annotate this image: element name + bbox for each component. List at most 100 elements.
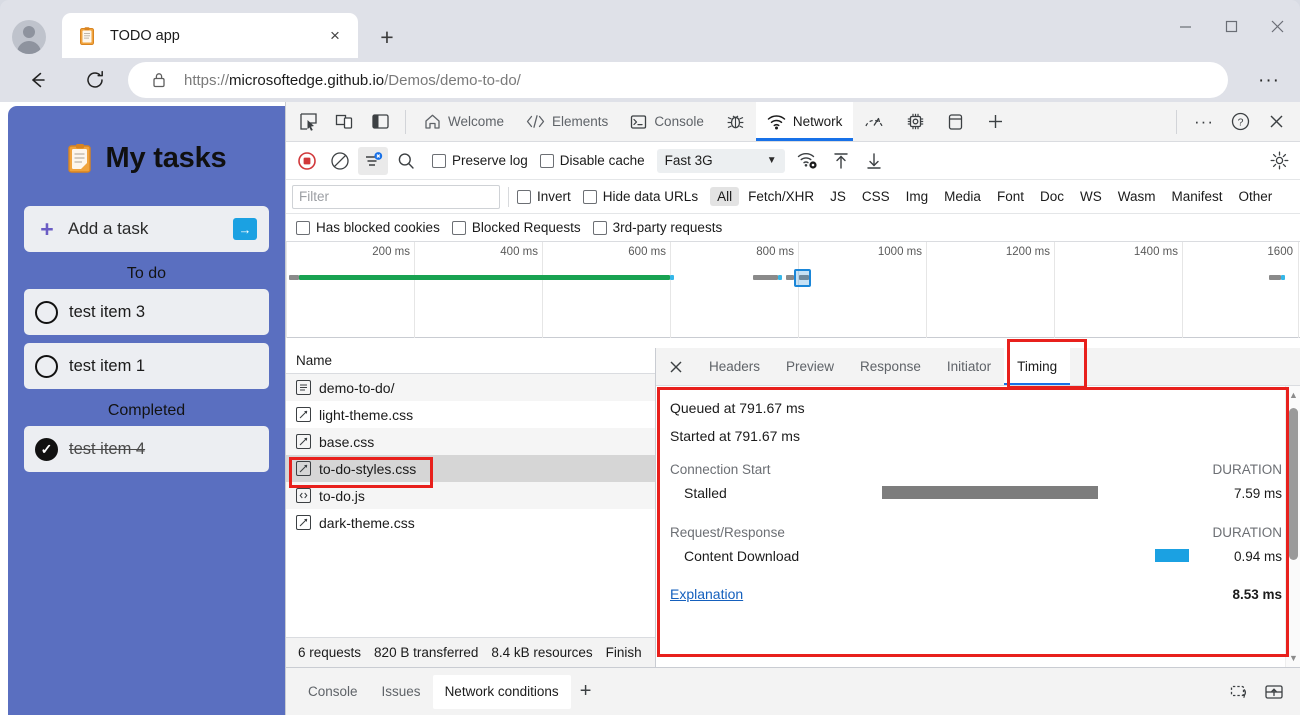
- throttling-dropdown[interactable]: Fast 3G ▼: [656, 148, 785, 173]
- timing-started: Started at 791.67 ms: [670, 428, 800, 444]
- back-button[interactable]: [20, 63, 54, 97]
- invert-checkbox[interactable]: Invert: [517, 189, 571, 204]
- table-row[interactable]: base.css: [286, 428, 655, 455]
- network-toolbar: Preserve log Disable cache Fast 3G ▼: [286, 142, 1300, 180]
- overview-bar: [753, 275, 778, 280]
- type-filter-all[interactable]: All: [710, 187, 740, 206]
- filter-icon[interactable]: [358, 146, 388, 175]
- submit-task-button[interactable]: →: [233, 218, 257, 240]
- drawer-tab-network-conditions[interactable]: Network conditions: [432, 674, 571, 709]
- scrollbar-thumb[interactable]: [1289, 408, 1298, 560]
- table-row[interactable]: demo-to-do/: [286, 374, 655, 401]
- blocked-requests-checkbox[interactable]: Blocked Requests: [451, 220, 581, 235]
- request-name: demo-to-do/: [319, 379, 395, 396]
- tab-headers[interactable]: Headers: [696, 348, 773, 385]
- reload-button[interactable]: [78, 63, 112, 97]
- detail-close-icon[interactable]: [656, 348, 696, 385]
- scroll-up-icon[interactable]: ▲: [1286, 388, 1300, 402]
- task-label: test item 3: [69, 302, 146, 321]
- tab-console[interactable]: Console: [619, 102, 715, 141]
- table-row[interactable]: to-do.js: [286, 482, 655, 509]
- drawer-toggle-icon[interactable]: [1260, 678, 1288, 706]
- devtools-drawer: Console Issues Network conditions +: [286, 667, 1300, 715]
- request-detail-pane: Headers Preview Response Initiator Timin…: [656, 348, 1300, 667]
- type-filter-js[interactable]: JS: [823, 187, 853, 206]
- close-icon[interactable]: ×: [322, 23, 348, 49]
- has-blocked-cookies-checkbox[interactable]: Has blocked cookies: [296, 220, 440, 235]
- task-checkbox[interactable]: [35, 300, 58, 324]
- address-bar[interactable]: https://microsoftedge.github.io/Demos/de…: [128, 62, 1228, 98]
- search-input[interactable]: Filter: [292, 184, 500, 209]
- tab-response[interactable]: Response: [847, 348, 934, 385]
- requests-column-header[interactable]: Name: [286, 348, 655, 374]
- tab-application[interactable]: [936, 102, 975, 141]
- timing-scrollbar[interactable]: ▲ ▼: [1285, 386, 1300, 667]
- preserve-log-checkbox[interactable]: Preserve log: [432, 153, 528, 168]
- tab-memory[interactable]: [895, 102, 936, 141]
- table-row-selected[interactable]: to-do-styles.css: [286, 455, 655, 482]
- add-task-input[interactable]: + Add a task →: [24, 206, 269, 252]
- browser-more-icon[interactable]: ···: [1254, 66, 1284, 96]
- tab-welcome[interactable]: Welcome: [413, 102, 515, 141]
- devtools-more-icon[interactable]: ···: [1188, 107, 1220, 137]
- lock-icon: [148, 69, 170, 91]
- type-filter-wasm[interactable]: Wasm: [1111, 187, 1163, 206]
- scroll-down-icon[interactable]: ▼: [1286, 651, 1300, 665]
- task-item-completed[interactable]: ✓ test item 4: [24, 426, 269, 472]
- network-overview-timeline[interactable]: 200 ms 400 ms 600 ms 800 ms 1000 ms 1200…: [286, 242, 1300, 338]
- tab-timing[interactable]: Timing: [1004, 348, 1071, 385]
- tab-performance[interactable]: [853, 102, 895, 141]
- type-filter-img[interactable]: Img: [899, 187, 936, 206]
- drawer-tab-console[interactable]: Console: [296, 675, 370, 709]
- request-name: dark-theme.css: [319, 514, 415, 531]
- add-panel-button[interactable]: [975, 102, 1016, 141]
- devtools-close-icon[interactable]: [1260, 107, 1292, 137]
- task-item[interactable]: test item 3: [24, 289, 269, 335]
- browser-tab[interactable]: TODO app ×: [62, 13, 358, 58]
- task-item[interactable]: test item 1: [24, 343, 269, 389]
- device-toggle-icon[interactable]: [328, 107, 360, 137]
- explanation-link[interactable]: Explanation: [670, 586, 743, 602]
- tab-preview[interactable]: Preview: [773, 348, 847, 385]
- inspect-icon[interactable]: [292, 107, 324, 137]
- tab-elements[interactable]: Elements: [515, 102, 619, 141]
- type-filter-manifest[interactable]: Manifest: [1164, 187, 1229, 206]
- window-close-icon[interactable]: [1254, 0, 1300, 52]
- record-stop-icon[interactable]: [292, 147, 322, 175]
- table-row[interactable]: light-theme.css: [286, 401, 655, 428]
- wifi-settings-icon[interactable]: [793, 147, 823, 175]
- minimize-icon[interactable]: [1162, 0, 1208, 52]
- type-filter-other[interactable]: Other: [1232, 187, 1280, 206]
- dock-side-icon[interactable]: [364, 107, 396, 137]
- tab-network[interactable]: Network: [755, 102, 854, 141]
- type-filter-css[interactable]: CSS: [855, 187, 897, 206]
- status-finish: Finish: [605, 645, 642, 660]
- drawer-tab-issues[interactable]: Issues: [370, 675, 433, 709]
- clear-icon[interactable]: [325, 147, 355, 175]
- tab-debugger[interactable]: [715, 102, 756, 141]
- drawer-add-tab-button[interactable]: +: [571, 677, 601, 707]
- status-resources: 8.4 kB resources: [491, 645, 593, 660]
- tab-initiator[interactable]: Initiator: [934, 348, 1004, 385]
- type-filter-media[interactable]: Media: [937, 187, 988, 206]
- type-filter-fetch-xhr[interactable]: Fetch/XHR: [741, 187, 821, 206]
- gear-icon[interactable]: [1264, 147, 1294, 175]
- import-har-icon[interactable]: [826, 147, 856, 175]
- overview-tick-label: 600 ms: [628, 246, 666, 258]
- type-filter-font[interactable]: Font: [990, 187, 1031, 206]
- task-checkbox-checked[interactable]: ✓: [35, 437, 58, 461]
- export-har-icon[interactable]: [859, 147, 889, 175]
- type-filter-ws[interactable]: WS: [1073, 187, 1109, 206]
- new-tab-button[interactable]: +: [372, 22, 402, 52]
- search-icon[interactable]: [391, 147, 421, 175]
- hide-data-urls-checkbox[interactable]: Hide data URLs: [582, 189, 698, 204]
- table-row[interactable]: dark-theme.css: [286, 509, 655, 536]
- help-icon[interactable]: ?: [1224, 107, 1256, 137]
- disable-cache-checkbox[interactable]: Disable cache: [539, 153, 645, 168]
- third-party-requests-checkbox[interactable]: 3rd-party requests: [592, 220, 722, 235]
- type-filter-doc[interactable]: Doc: [1033, 187, 1071, 206]
- screencast-icon[interactable]: [1226, 678, 1254, 706]
- profile-avatar[interactable]: [12, 20, 46, 54]
- maximize-icon[interactable]: [1208, 0, 1254, 52]
- task-checkbox[interactable]: [35, 354, 58, 378]
